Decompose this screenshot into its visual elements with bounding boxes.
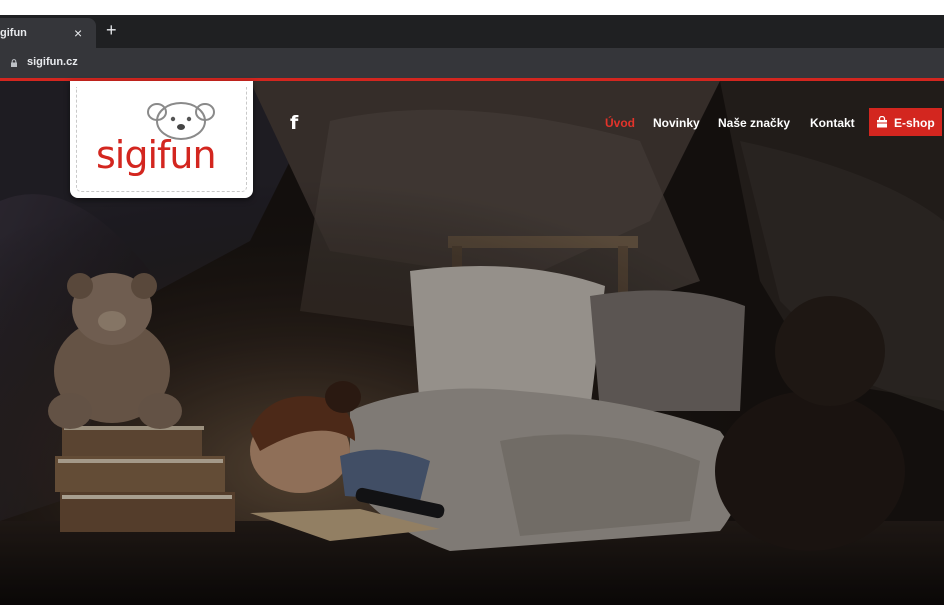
nav-item-kontakt[interactable]: Kontakt — [810, 116, 855, 130]
nav-item-nase-znacky[interactable]: Naše značky — [718, 116, 790, 130]
logo-wordmark: sigifun — [96, 133, 217, 177]
eshop-label: E-shop — [894, 116, 935, 130]
nav-item-novinky[interactable]: Novinky — [653, 116, 700, 130]
top-strip — [0, 0, 944, 15]
tab-title: gifun — [0, 27, 27, 39]
lock-icon — [11, 59, 17, 67]
facebook-icon[interactable]: f — [290, 113, 298, 133]
nav-item-uvod[interactable]: Úvod — [605, 116, 635, 130]
browser-tab-bar: gifun × + — [0, 15, 944, 48]
shopping-bag-icon — [877, 116, 887, 128]
browser-tab[interactable]: gifun × — [0, 18, 96, 48]
url-field[interactable]: sigifun.cz — [0, 51, 944, 75]
eshop-button[interactable]: E-shop — [869, 108, 942, 136]
url-text: sigifun.cz — [27, 56, 78, 68]
site-logo[interactable]: sigifun — [70, 81, 253, 198]
close-icon[interactable]: × — [74, 25, 82, 41]
new-tab-icon[interactable]: + — [106, 21, 117, 39]
address-bar: sigifun.cz — [0, 48, 944, 78]
